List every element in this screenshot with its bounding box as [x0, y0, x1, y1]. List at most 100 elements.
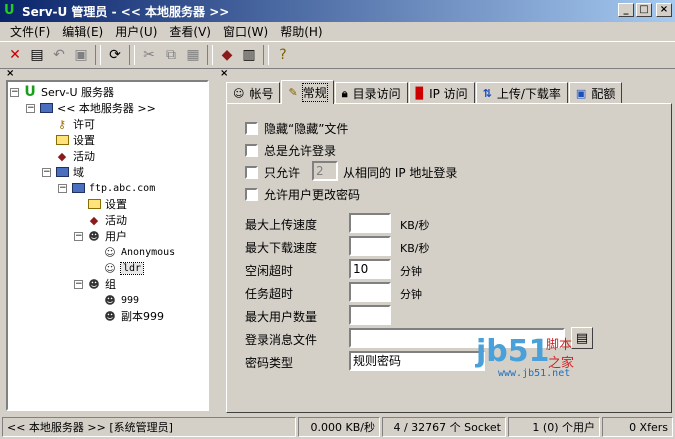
copy-icon[interactable]: ⧉	[160, 44, 182, 66]
jb51-watermark: jb51 脚本 之家 www.jb51.net	[476, 332, 586, 384]
tree-item-activity[interactable]: ◆ 活动	[54, 148, 95, 164]
tree-item-root[interactable]: − U Serv-U 服务器	[10, 84, 114, 100]
tree-item-domain[interactable]: − ftp.abc.com	[58, 180, 155, 196]
watermark-line1: 脚本	[546, 338, 573, 353]
tree-label: 域	[73, 166, 84, 179]
session-timeout-input[interactable]	[349, 282, 391, 302]
tree-item-group-copy[interactable]: ☻ 副本999	[102, 308, 164, 324]
only-allow-checkbox[interactable]: 只允许	[245, 164, 300, 181]
help-icon[interactable]: ?	[272, 44, 294, 66]
servu-app-icon: U	[4, 3, 15, 18]
tree-label: ldr	[119, 261, 145, 275]
server-icon[interactable]: ▥	[238, 44, 260, 66]
tree-item-local-server[interactable]: − << 本地服务器 >>	[26, 100, 156, 116]
tab-upload-download-ratio[interactable]: ⇅ 上传/下载率	[475, 82, 568, 104]
minimize-button[interactable]: _	[618, 3, 634, 17]
delete-icon[interactable]: ✕	[4, 44, 26, 66]
refresh-icon[interactable]: ⟳	[104, 44, 126, 66]
checkbox-box[interactable]	[245, 166, 258, 179]
tab-ip-access[interactable]: ▉ IP 访问	[408, 82, 475, 104]
tree-item-domain-activity[interactable]: ◆ 活动	[86, 212, 127, 228]
collapse-icon[interactable]: −	[74, 279, 83, 289]
toolbar-separator	[95, 45, 101, 65]
max-upload-input[interactable]	[349, 213, 391, 233]
allow-change-password-checkbox[interactable]: 允许用户更改密码	[245, 186, 360, 203]
tree-label: 活动	[73, 150, 95, 163]
tree-label: 活动	[105, 214, 127, 227]
menu-view[interactable]: 查看(V)	[163, 23, 217, 40]
toolbar-separator	[263, 45, 269, 65]
tree-label: 用户	[105, 230, 127, 243]
always-allow-login-checkbox[interactable]: 总是允许登录	[245, 142, 336, 159]
status-xfers: 0 Xfers	[602, 417, 673, 437]
collapse-icon[interactable]: −	[74, 231, 83, 241]
connect-icon[interactable]: ◆	[216, 44, 238, 66]
tab-label: 常规	[301, 83, 328, 102]
tree-item-user-ldr[interactable]: ☺ ldr	[102, 260, 145, 276]
idle-timeout-input[interactable]: 10	[349, 259, 391, 279]
hide-hidden-files-checkbox[interactable]: 隐藏“隐藏”文件	[245, 120, 348, 137]
server-tree-pane: × − U Serv-U 服务器 − << 本地服务器 >> ⚷ 许可 设置 ◆…	[2, 68, 211, 413]
checkbox-box[interactable]	[245, 188, 258, 201]
properties-pane-close-icon[interactable]: ×	[220, 68, 228, 79]
tree-item-domains[interactable]: − 域	[42, 164, 84, 180]
collapse-icon[interactable]: −	[42, 167, 51, 177]
group-icon: ☻	[104, 293, 116, 307]
tab-general[interactable]: ✎ 常规	[281, 80, 334, 104]
max-users-label: 最大用户数量	[245, 310, 318, 324]
undo-icon[interactable]: ↶	[48, 44, 70, 66]
tree-item-user-anonymous[interactable]: ☺ Anonymous	[102, 244, 175, 260]
user-properties-pane: × ☺ 帐号 ✎ 常规 🔒︎ 目录访问 ▉ IP 访问 ⇅ 上传/下载率 ▣ 配…	[216, 68, 673, 413]
paste-icon[interactable]: ▦	[182, 44, 204, 66]
domain-icon	[54, 165, 70, 179]
max-download-input[interactable]	[349, 236, 391, 256]
menu-help[interactable]: 帮助(H)	[274, 23, 328, 40]
group-icon: ☻	[104, 309, 116, 323]
maximize-button[interactable]: □	[636, 3, 652, 17]
menu-user[interactable]: 用户(U)	[109, 23, 163, 40]
login-message-file-label: 登录消息文件	[245, 333, 318, 347]
tree-label: 999	[121, 294, 140, 306]
collapse-icon[interactable]: −	[58, 183, 67, 193]
tab-label: 帐号	[249, 87, 274, 101]
tab-label: 目录访问	[352, 87, 401, 101]
collapse-icon[interactable]: −	[26, 103, 35, 113]
only-allow-count-input[interactable]: 2	[312, 161, 338, 181]
tree-item-domain-settings[interactable]: 设置	[86, 196, 127, 212]
watermark-brand: jb51	[476, 334, 550, 369]
tree-item-license[interactable]: ⚷ 许可	[54, 116, 95, 132]
settings-icon	[86, 197, 102, 211]
menu-file[interactable]: 文件(F)	[4, 23, 56, 40]
idle-timeout-unit: 分钟	[400, 265, 422, 278]
collapse-icon[interactable]: −	[10, 87, 19, 97]
tab-directory-access[interactable]: 🔒︎ 目录访问	[334, 82, 408, 104]
tab-quota[interactable]: ▣ 配额	[568, 82, 623, 104]
key-icon: ⚷	[57, 117, 67, 131]
checkbox-box[interactable]	[245, 122, 258, 135]
password-type-select[interactable]: 规则密码	[349, 351, 485, 371]
max-users-input[interactable]	[349, 305, 391, 325]
transfer-icon: ⇅	[482, 87, 492, 100]
tree-pane-close-icon[interactable]: ×	[6, 68, 14, 79]
checkbox-label: 只允许	[264, 166, 301, 180]
status-sockets: 4 / 32767 个 Socket	[382, 417, 506, 437]
computer-icon	[70, 181, 86, 195]
menu-edit[interactable]: 编辑(E)	[56, 23, 109, 40]
new-icon[interactable]: ▤	[26, 44, 48, 66]
tree-item-groups[interactable]: − ☻ 组	[74, 276, 116, 292]
cut-icon[interactable]: ✂	[138, 44, 160, 66]
toolbar-separator	[207, 45, 213, 65]
close-button[interactable]: ×	[656, 3, 672, 17]
user-icon: ☺	[104, 245, 116, 259]
tab-account[interactable]: ☺ 帐号	[226, 82, 281, 104]
tree-item-group-999[interactable]: ☻ 999	[102, 292, 139, 308]
idle-timeout-label: 空闲超时	[245, 264, 294, 278]
tab-label: 上传/下载率	[496, 87, 561, 101]
save-icon[interactable]: ▣	[70, 44, 92, 66]
checkbox-box[interactable]	[245, 144, 258, 157]
menu-window[interactable]: 窗口(W)	[217, 23, 274, 40]
same-ip-label: 从相同的 IP 地址登录	[343, 166, 458, 180]
tree-item-settings[interactable]: 设置	[54, 132, 95, 148]
servu-icon: U	[24, 84, 36, 100]
tree-item-users[interactable]: − ☻ 用户	[74, 228, 127, 244]
